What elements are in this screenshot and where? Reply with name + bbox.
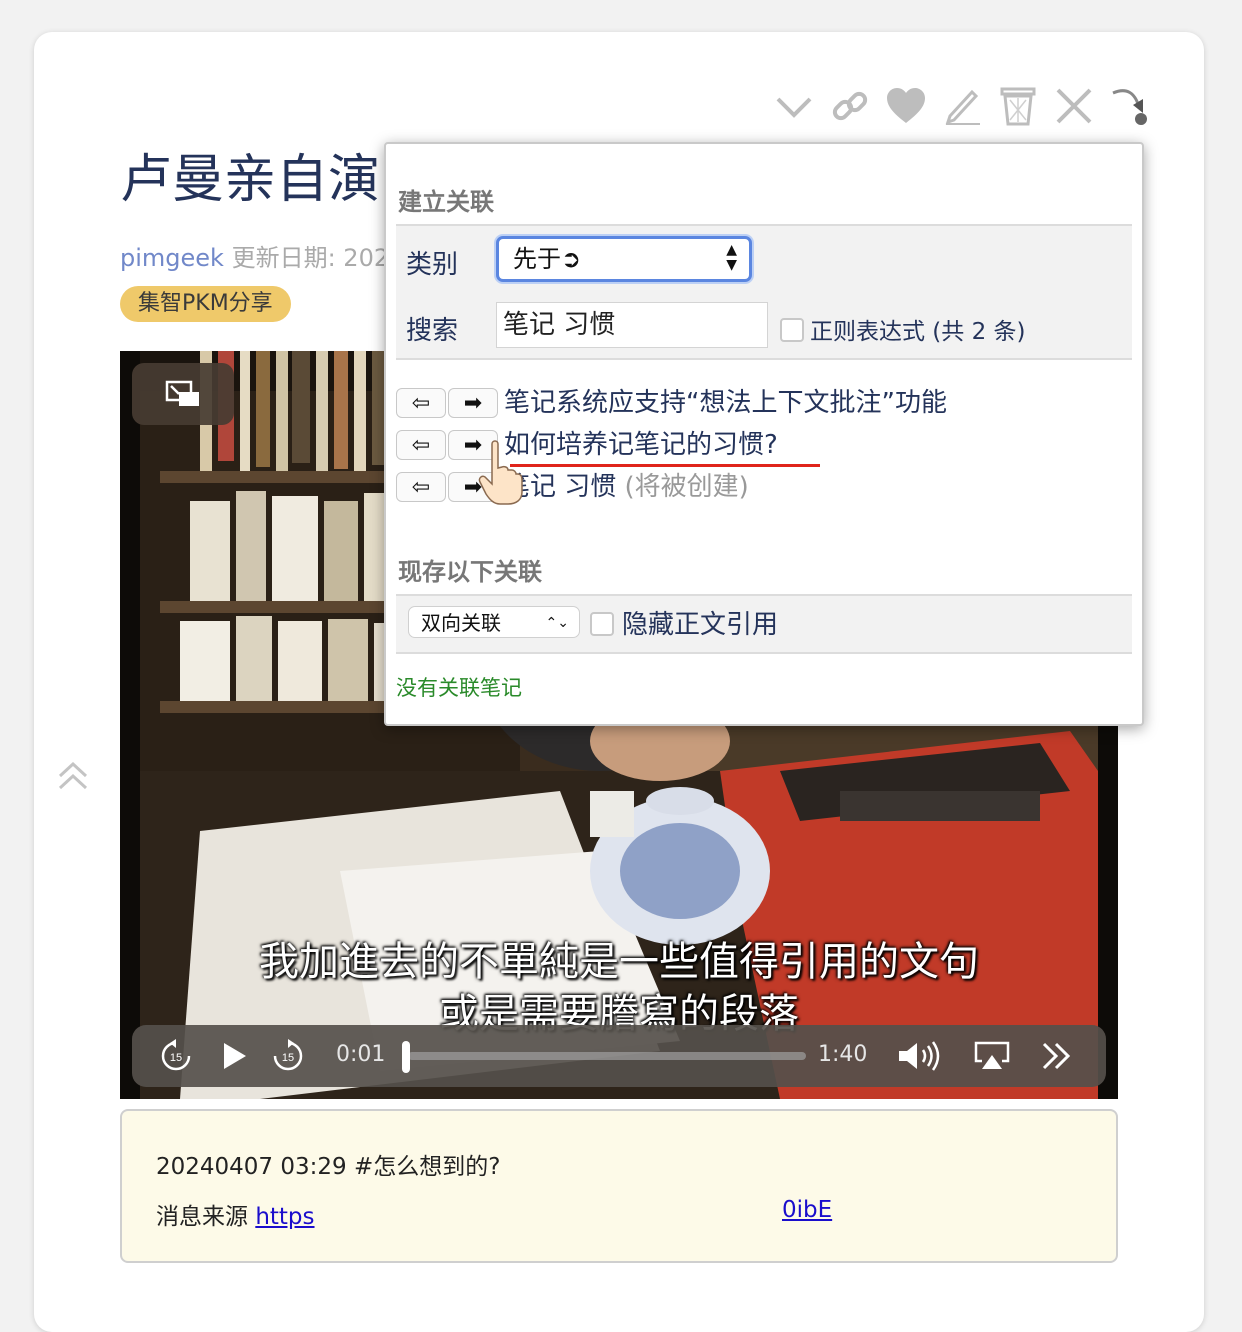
redirect-icon: [1112, 89, 1147, 125]
subtitle-line-1: 我加進去的不單純是一些值得引用的文句: [259, 939, 979, 985]
svg-text:15: 15: [170, 1052, 182, 1064]
picture-in-picture-button[interactable]: [132, 363, 234, 425]
category-value: 先于➲: [513, 245, 582, 273]
highlight-underline: [510, 464, 820, 467]
hide-reference-checkbox[interactable]: [590, 612, 614, 636]
select-arrows-icon: ▲ ▼: [726, 242, 737, 273]
search-label: 搜索: [406, 316, 459, 346]
search-input[interactable]: [496, 302, 768, 348]
page-meta: pimgeek 更新日期: 202: [120, 238, 384, 273]
author-link[interactable]: pimgeek: [120, 244, 224, 272]
more-options-button[interactable]: [1036, 1036, 1076, 1076]
link-backward-button[interactable]: ⇦: [396, 388, 446, 418]
play-button[interactable]: [216, 1036, 252, 1076]
divider: [396, 358, 1132, 360]
play-icon: [224, 1043, 246, 1069]
trash-icon: [1000, 87, 1036, 126]
video-controls: 15 15 0:01 1:40: [132, 1025, 1106, 1087]
redirect-button[interactable]: [1102, 84, 1158, 128]
relation-type-select[interactable]: 双向关联 ⌃⌄: [408, 606, 580, 638]
scroll-top-icon[interactable]: [56, 760, 90, 794]
link-forward-button[interactable]: ➡: [448, 388, 498, 418]
svg-text:15: 15: [282, 1052, 294, 1064]
skip-back-button[interactable]: 15: [158, 1036, 194, 1076]
note-body: 20240407 03:29 #怎么想到的? 消息来源 https 0ibE: [120, 1109, 1118, 1263]
collapse-button[interactable]: [766, 84, 822, 128]
chevron-down-icon: [776, 97, 812, 118]
will-be-created-hint: (将被创建): [624, 472, 749, 502]
hand-pointer-icon: [478, 440, 523, 505]
skip-forward-15-icon: 15: [273, 1039, 303, 1071]
skip-forward-button[interactable]: 15: [270, 1036, 306, 1076]
source-link-end[interactable]: 0ibE: [782, 1197, 832, 1223]
note-toolbar: [766, 84, 1158, 128]
link-backward-button[interactable]: ⇦: [396, 472, 446, 502]
create-link-title: 建立关联: [398, 188, 494, 216]
result-title[interactable]: 笔记系统应支持“想法上下文批注”功能: [504, 382, 947, 419]
note-source-line: 消息来源 https: [156, 1197, 315, 1231]
update-date: 更新日期: 202: [231, 244, 384, 272]
link-form-panel: 类别 先于➲ ▲▼ 搜索 正则表达式 (共 2 条): [396, 226, 1132, 358]
page-title: 卢曼亲自演: [120, 150, 381, 210]
chevron-double-right-icon: [1042, 1042, 1071, 1070]
result-title-new[interactable]: 笔记 习惯 (将被创建): [504, 466, 749, 503]
result-title[interactable]: 如何培养记笔记的习惯?: [504, 424, 778, 461]
existing-links-title: 现存以下关联: [398, 558, 542, 586]
relation-type-value: 双向关联: [421, 611, 501, 635]
chevron-updown-icon: ⌃⌄: [545, 615, 569, 631]
regex-checkbox[interactable]: [780, 318, 804, 342]
volume-button[interactable]: [896, 1036, 944, 1076]
category-label: 类别: [406, 250, 459, 280]
edit-button[interactable]: [934, 84, 990, 128]
progress-bar[interactable]: [408, 1052, 806, 1060]
skip-back-15-icon: 15: [161, 1039, 191, 1071]
airplay-button[interactable]: [972, 1036, 1012, 1076]
link-button[interactable]: [822, 84, 878, 128]
link-backward-button[interactable]: ⇦: [396, 430, 446, 460]
no-links-message: 没有关联笔记: [396, 676, 522, 700]
category-select[interactable]: 先于➲ ▲ ▼: [496, 236, 752, 282]
progress-handle[interactable]: [402, 1041, 410, 1073]
tag-badge[interactable]: 集智PKM分享: [120, 286, 291, 322]
source-label: 消息来源: [156, 1204, 248, 1230]
divider: [396, 652, 1132, 654]
close-icon: [1056, 88, 1092, 124]
hide-reference-label: 隐藏正文引用: [622, 610, 779, 640]
source-link-start[interactable]: https: [255, 1204, 314, 1230]
current-time: 0:01: [336, 1042, 386, 1067]
regex-label: 正则表达式 (共 2 条): [810, 319, 1026, 345]
close-button[interactable]: [1046, 84, 1102, 128]
link-dialog: 建立关联 类别 先于➲ ▲▼ 搜索 正则表达式 (共 2 条) ⇦ ➡ 笔记系统…: [384, 142, 1144, 726]
pencil-icon: [945, 89, 980, 125]
delete-button[interactable]: [990, 84, 1046, 128]
airplay-icon: [974, 1041, 1010, 1069]
link-icon: [832, 91, 868, 121]
heart-icon: [887, 88, 925, 123]
favorite-button[interactable]: [878, 84, 934, 128]
duration: 1:40: [818, 1042, 868, 1067]
pip-icon: [165, 380, 199, 406]
volume-icon: [899, 1041, 940, 1071]
note-text-line: 20240407 03:29 #怎么想到的?: [156, 1154, 501, 1180]
